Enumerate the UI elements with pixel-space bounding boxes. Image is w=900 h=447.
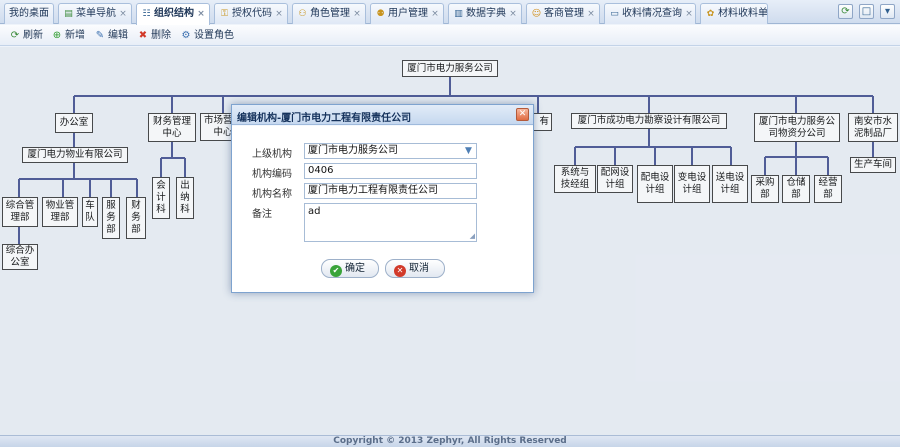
book-icon: ▥ — [454, 9, 463, 19]
tab-label: 材料收料单 — [718, 8, 768, 19]
close-icon[interactable]: × — [196, 5, 206, 24]
resize-grip-icon[interactable]: ◢ — [470, 233, 475, 240]
edit-label: 编辑 — [108, 30, 128, 41]
org-icon: ☷ — [142, 9, 151, 19]
org-name-field[interactable]: 厦门市电力工程有限责任公司 — [304, 183, 477, 199]
set-role-icon: ⚙ — [181, 30, 191, 41]
close-icon[interactable]: × — [586, 5, 596, 24]
key-icon: ⚿ — [221, 9, 228, 19]
chevron-down-icon[interactable]: ▼ — [461, 144, 476, 158]
add-label: 新增 — [65, 30, 85, 41]
tab-receiving-query[interactable]: ▭ 收料情况查询 × — [604, 3, 696, 24]
confirm-label: 确定 — [345, 263, 365, 274]
tab-label: 组织结构 — [154, 8, 194, 19]
tab-customer-management[interactable]: ☺ 客商管理 × — [526, 3, 600, 24]
cancel-label: 取消 — [409, 263, 429, 274]
refresh-button[interactable]: ⟳ 刷新 — [9, 28, 43, 43]
remark-textarea[interactable]: ad ◢ — [304, 203, 477, 242]
tab-label: 角色管理 — [310, 8, 350, 19]
parent-org-select[interactable]: 厦门市电力服务公司 ▼ — [304, 143, 477, 159]
delete-button[interactable]: ✖ 删除 — [137, 28, 171, 43]
org-code-value: 0406 — [308, 165, 334, 176]
close-icon[interactable]: ✕ — [516, 108, 529, 121]
customer-icon: ☺ — [531, 9, 542, 19]
tab-menu-nav[interactable]: ▤ 菜单导航 × — [58, 3, 132, 24]
close-icon[interactable]: × — [508, 5, 518, 24]
cancel-icon: ✕ — [394, 265, 406, 277]
parent-org-label: 上级机构 — [252, 149, 292, 160]
dialog-body: 上级机构 厦门市电力服务公司 ▼ 机构编码 0406 机构名称 厦门市电力工程有限… — [232, 126, 533, 292]
org-code-label: 机构编码 — [252, 169, 292, 180]
set-role-button[interactable]: ⚙ 设置角色 — [180, 28, 234, 43]
confirm-button[interactable]: ✔ 确定 — [321, 259, 379, 278]
close-icon[interactable]: × — [118, 5, 128, 24]
close-icon[interactable]: × — [684, 5, 694, 24]
menu-icon: ▤ — [64, 9, 73, 19]
remark-value: ad — [308, 206, 321, 217]
tab-label: 授权代码 — [232, 8, 272, 19]
tab-data-dictionary[interactable]: ▥ 数据字典 × — [448, 3, 522, 24]
set-role-label: 设置角色 — [194, 30, 234, 41]
tab-menu-icon[interactable]: ▾ — [880, 4, 895, 19]
tab-material-receipt[interactable]: ✿材料收料单× — [700, 3, 768, 24]
tab-org-structure[interactable]: ☷ 组织结构 × — [136, 3, 210, 25]
edit-icon: ✎ — [95, 30, 105, 41]
toolbar: ⟳ 刷新 ⊕ 新增 ✎ 编辑 ✖ 删除 ⚙ 设置角色 — [0, 25, 900, 46]
add-button[interactable]: ⊕ 新增 — [51, 28, 85, 43]
delete-icon: ✖ — [138, 30, 148, 41]
role-icon: ⚇ — [298, 9, 307, 19]
tab-role-management[interactable]: ⚇ 角色管理 × — [292, 3, 366, 24]
refresh-icon: ⟳ — [10, 30, 20, 41]
dialog-header[interactable]: 编辑机构-厦门市电力工程有限责任公司 ✕ — [232, 105, 533, 125]
tab-label: 菜单导航 — [76, 8, 116, 19]
remark-label: 备注 — [252, 209, 272, 220]
tab-auth-code[interactable]: ⚿ 授权代码 × — [214, 3, 288, 24]
footer-copyright: Copyright © 2013 Zephyr, All Rights Rese… — [0, 435, 900, 447]
edit-org-dialog: 编辑机构-厦门市电力工程有限责任公司 ✕ 上级机构 厦门市电力服务公司 ▼ 机构编… — [231, 104, 534, 293]
refresh-label: 刷新 — [23, 30, 43, 41]
org-code-field[interactable]: 0406 — [304, 163, 477, 179]
tab-label: 客商管理 — [544, 8, 584, 19]
tab-label: 我的桌面 — [9, 8, 49, 19]
tab-label: 用户管理 — [388, 8, 428, 19]
window-icon: ▭ — [610, 9, 619, 19]
close-icon[interactable]: × — [274, 5, 284, 24]
parent-org-value: 厦门市电力服务公司 — [308, 145, 398, 156]
user-icon: ⚉ — [376, 9, 385, 19]
dialog-title: 编辑机构-厦门市电力工程有限责任公司 — [237, 113, 412, 124]
tab-label: 收料情况查询 — [622, 8, 682, 19]
add-icon: ⊕ — [52, 30, 62, 41]
refresh-tabs-icon[interactable]: ⟳ — [838, 4, 853, 19]
tab-desktop[interactable]: 我的桌面 — [4, 3, 54, 24]
org-name-value: 厦门市电力工程有限责任公司 — [308, 185, 438, 196]
maximize-icon[interactable]: □ — [859, 4, 874, 19]
close-icon[interactable]: × — [352, 5, 362, 24]
cancel-button[interactable]: ✕ 取消 — [385, 259, 445, 278]
org-name-label: 机构名称 — [252, 189, 292, 200]
tab-label: 数据字典 — [466, 8, 506, 19]
material-icon: ✿ — [706, 9, 715, 19]
close-icon[interactable]: × — [430, 5, 440, 24]
check-icon: ✔ — [330, 265, 342, 277]
tab-bar: 我的桌面 ▤ 菜单导航 × ☷ 组织结构 × ⚿ 授权代码 × ⚇ 角色管理 × ⚉ 用户管理 × … — [0, 0, 900, 25]
edit-button[interactable]: ✎ 编辑 — [94, 28, 128, 43]
tab-user-management[interactable]: ⚉ 用户管理 × — [370, 3, 444, 24]
delete-label: 删除 — [151, 30, 171, 41]
